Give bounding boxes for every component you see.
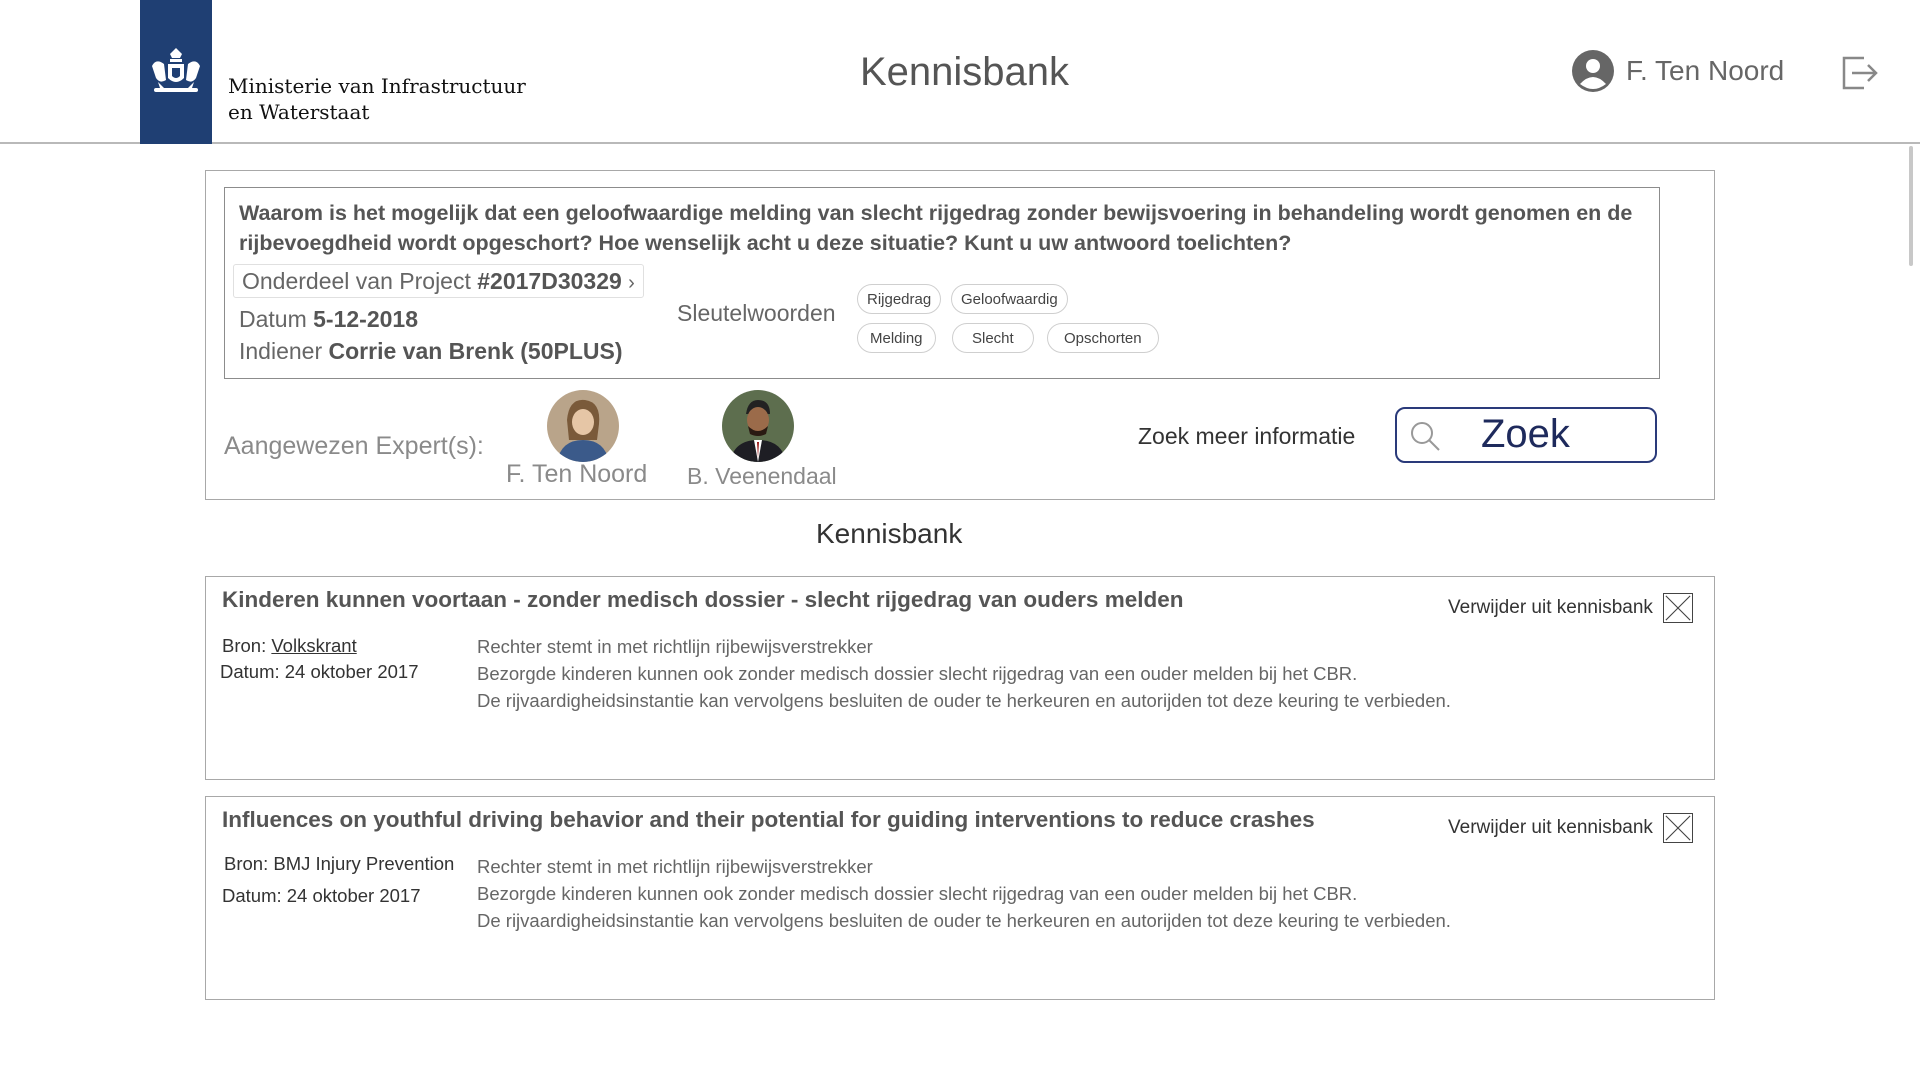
article-title: Influences on youthful driving behavior … — [222, 807, 1315, 832]
search-input[interactable]: Zoek — [1395, 407, 1657, 463]
submitter-label: Indiener — [239, 338, 323, 364]
question-submitter: Indiener Corrie van Brenk (50PLUS) — [239, 338, 623, 365]
source-link[interactable]: Volkskrant — [271, 635, 356, 656]
keyword-chip[interactable]: Melding — [857, 323, 936, 353]
remove-label: Verwijder uit kennisbank — [1448, 817, 1653, 838]
expert-name: F. Ten Noord — [506, 460, 648, 488]
ministry-name: Ministerie van Infrastructuur en Waterst… — [228, 73, 526, 125]
submitter-value: Corrie van Brenk (50PLUS) — [328, 338, 623, 364]
expert-name: B. Veenendaal — [687, 463, 837, 489]
search-label: Zoek meer informatie — [1138, 423, 1356, 449]
user-avatar-icon — [1572, 50, 1614, 92]
source-label: Bron: — [222, 635, 267, 656]
article-date: Datum: 24 oktober 2017 — [220, 661, 419, 682]
experts-label: Aangewezen Expert(s): — [224, 432, 484, 460]
user-name: F. Ten Noord — [1626, 55, 1785, 86]
summary-line: Bezorgde kinderen kunnen ook zonder medi… — [477, 663, 1358, 684]
date-label: Datum — [239, 306, 307, 332]
logout-icon[interactable] — [1838, 50, 1882, 94]
expert-avatar[interactable] — [722, 390, 794, 462]
expert-photo-icon — [722, 390, 794, 462]
close-icon[interactable] — [1662, 813, 1693, 843]
page-scrollbar[interactable] — [1909, 146, 1913, 266]
keywords-label: Sleutelwoorden — [677, 300, 836, 326]
summary-line: Rechter stemt in met richtlijn rijbewijs… — [477, 856, 873, 877]
ministry-logo — [140, 0, 212, 144]
article-title: Kinderen kunnen voortaan - zonder medisc… — [222, 587, 1184, 612]
project-number: #2017D30329 — [477, 268, 622, 294]
summary-line: De rijvaardigheidsinstantie kan vervolge… — [477, 910, 1451, 931]
knowledge-article: Influences on youthful driving behavior … — [205, 796, 1715, 1000]
knowledge-article: Kinderen kunnen voortaan - zonder medisc… — [205, 576, 1715, 780]
expert-avatar[interactable] — [547, 390, 619, 462]
date-value: 5-12-2018 — [313, 306, 418, 332]
article-summary: Rechter stemt in met richtlijn rijbewijs… — [477, 633, 1477, 714]
keyword-chip[interactable]: Opschorten — [1047, 323, 1159, 353]
article-date: Datum: 24 oktober 2017 — [222, 885, 421, 906]
user-menu[interactable]: F. Ten Noord — [1572, 50, 1784, 92]
summary-line: Bezorgde kinderen kunnen ook zonder medi… — [477, 883, 1358, 904]
coat-of-arms-icon — [152, 48, 200, 92]
article-summary: Rechter stemt in met richtlijn rijbewijs… — [477, 853, 1477, 934]
project-prefix: Onderdeel van Project — [242, 268, 471, 294]
question-text: Waarom is het mogelijk dat een geloofwaa… — [239, 201, 1633, 255]
summary-line: De rijvaardigheidsinstantie kan vervolge… — [477, 690, 1451, 711]
chevron-right-icon: › — [628, 272, 635, 294]
ministry-name-line2: en Waterstaat — [228, 100, 370, 124]
app-title: Kennisbank — [860, 50, 1070, 94]
close-icon[interactable] — [1662, 593, 1693, 623]
question-card: Waarom is het mogelijk dat een geloofwaa… — [224, 187, 1660, 379]
question-date: Datum 5-12-2018 — [239, 306, 418, 333]
remove-label: Verwijder uit kennisbank — [1448, 597, 1653, 618]
keyword-chip[interactable]: Geloofwaardig — [951, 284, 1068, 314]
keyword-chip[interactable]: Rijgedrag — [857, 284, 942, 314]
remove-from-kb-button[interactable]: Verwijder uit kennisbank — [1448, 813, 1693, 843]
remove-from-kb-button[interactable]: Verwijder uit kennisbank — [1448, 593, 1693, 623]
ministry-name-line1: Ministerie van Infrastructuur — [228, 74, 526, 98]
project-link[interactable]: Onderdeel van Project #2017D30329 › — [233, 264, 644, 298]
search-button-text[interactable]: Zoek — [1481, 412, 1570, 457]
source-label: Bron: — [224, 853, 269, 874]
search-icon — [1411, 422, 1440, 451]
article-source: Bron: Volkskrant — [222, 635, 357, 657]
top-header: Ministerie van Infrastructuur en Waterst… — [0, 0, 1920, 144]
section-title: Kennisbank — [816, 518, 963, 549]
source-name: BMJ Injury Prevention — [273, 853, 455, 874]
summary-line: Rechter stemt in met richtlijn rijbewijs… — [477, 636, 873, 657]
keyword-chip[interactable]: Slecht — [952, 323, 1034, 353]
article-source: Bron: BMJ Injury Prevention — [224, 853, 454, 875]
expert-photo-icon — [547, 390, 619, 462]
